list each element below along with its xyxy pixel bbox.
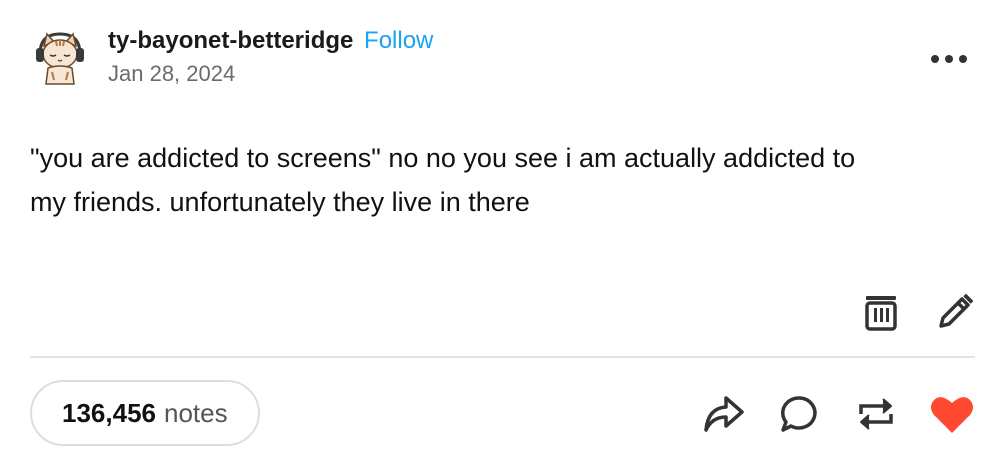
post-body-line: "you are addicted to screens" no no you …	[30, 143, 856, 173]
notes-button[interactable]: 136,456 notes	[30, 380, 260, 446]
post-header: ty-bayonet-betteridge Follow Jan 28, 202…	[30, 22, 975, 92]
post-footer: 136,456 notes	[30, 380, 975, 448]
more-options-icon[interactable]	[931, 52, 967, 66]
name-row: ty-bayonet-betteridge Follow	[108, 26, 433, 56]
avatar[interactable]	[30, 28, 90, 88]
notes-label: notes	[163, 397, 228, 428]
edit-tools	[861, 290, 975, 334]
follow-button[interactable]: Follow	[364, 27, 433, 54]
speech-bubble-icon	[781, 396, 817, 432]
divider	[30, 356, 975, 358]
dot	[931, 55, 939, 63]
post-meta: ty-bayonet-betteridge Follow Jan 28, 202…	[108, 26, 433, 88]
heart-icon	[931, 397, 973, 433]
post-body-line: my friends. unfortunately they live in t…	[30, 187, 530, 217]
dot	[945, 55, 953, 63]
reblog-button[interactable]	[853, 392, 899, 436]
dot	[959, 55, 967, 63]
notes-count: 136,456	[62, 397, 156, 428]
post-card: ty-bayonet-betteridge Follow Jan 28, 202…	[0, 0, 1000, 466]
cat-avatar-icon	[36, 32, 84, 85]
share-arrow-icon	[704, 396, 744, 432]
post-date[interactable]: Jan 28, 2024	[108, 60, 433, 88]
pencil-icon	[939, 293, 974, 328]
reblog-icon	[859, 398, 893, 430]
reply-button[interactable]	[777, 392, 823, 436]
like-button[interactable]	[929, 392, 975, 436]
post-body: "you are addicted to screens" no no you …	[30, 136, 970, 224]
delete-button[interactable]	[861, 292, 901, 332]
edit-button[interactable]	[935, 292, 975, 332]
post-actions	[701, 392, 975, 436]
share-button[interactable]	[701, 392, 747, 436]
username-link[interactable]: ty-bayonet-betteridge	[108, 27, 353, 54]
trash-icon	[865, 296, 897, 331]
